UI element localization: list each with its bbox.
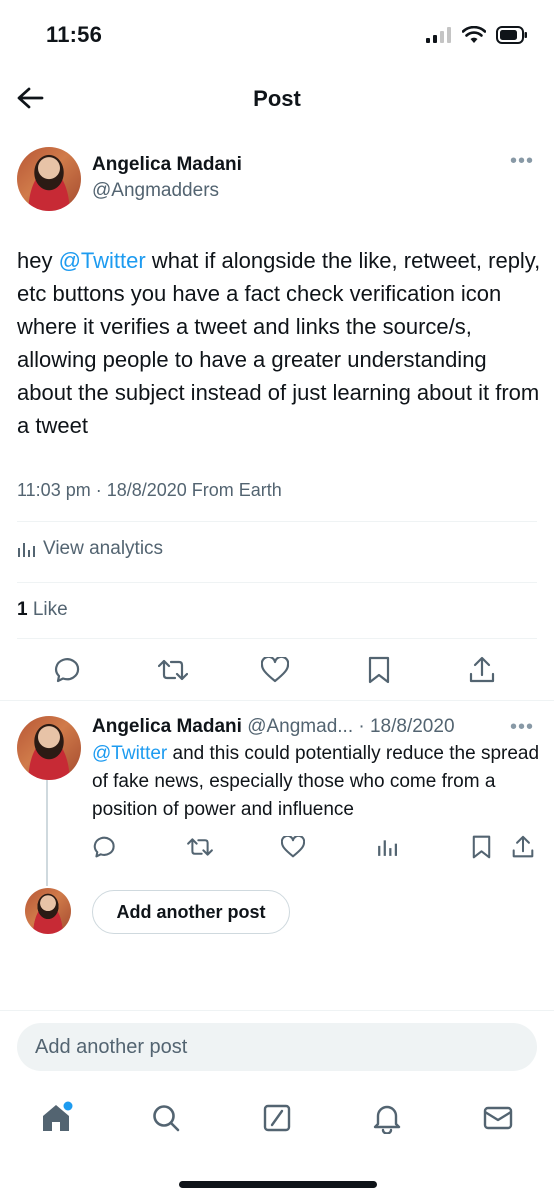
author-handle[interactable]: @Angmadders bbox=[92, 180, 219, 202]
share-button[interactable] bbox=[467, 654, 497, 686]
reply-header: Angelica Madani @Angmad... · 18/8/2020 bbox=[92, 716, 455, 738]
notifications-icon bbox=[373, 1105, 401, 1134]
like-count-number: 1 bbox=[17, 599, 28, 620]
bookmark-icon bbox=[368, 656, 390, 684]
thread-line bbox=[46, 780, 48, 886]
tab-home[interactable] bbox=[36, 1098, 76, 1138]
signal-icon bbox=[426, 27, 451, 43]
tweet-timestamp[interactable]: 11:03 pm · 18/8/2020 From Earth bbox=[17, 480, 282, 501]
tweet-actions bbox=[0, 652, 554, 688]
analytics-icon bbox=[18, 543, 35, 557]
share-icon bbox=[469, 656, 495, 683]
tweet-text: hey @Twitter what if alongside the like,… bbox=[17, 244, 541, 442]
reply-retweet-button[interactable] bbox=[186, 834, 214, 860]
mention-link[interactable]: @Twitter bbox=[59, 248, 146, 273]
like-icon bbox=[261, 657, 289, 683]
share-icon bbox=[512, 835, 534, 858]
divider bbox=[0, 700, 554, 701]
reply-mention-link[interactable]: @Twitter bbox=[92, 743, 167, 764]
like-icon bbox=[281, 836, 305, 858]
retweet-button[interactable] bbox=[156, 654, 190, 686]
grok-icon bbox=[263, 1104, 291, 1132]
tweet-text-start: hey bbox=[17, 248, 59, 273]
avatar[interactable] bbox=[17, 147, 81, 211]
analytics-label: View analytics bbox=[43, 538, 164, 559]
page-title: Post bbox=[253, 86, 301, 111]
bookmark-button[interactable] bbox=[364, 654, 394, 686]
reply-button[interactable] bbox=[52, 654, 84, 686]
retweet-icon bbox=[158, 659, 188, 681]
tab-grok[interactable] bbox=[257, 1098, 297, 1138]
reply-handle-date[interactable]: @Angmad... · 18/8/2020 bbox=[247, 716, 454, 737]
divider bbox=[17, 638, 537, 639]
reply-composer-input[interactable]: Add another post bbox=[17, 1023, 537, 1071]
bookmark-icon bbox=[472, 835, 490, 859]
view-analytics-link[interactable]: View analytics bbox=[17, 538, 163, 560]
divider bbox=[17, 582, 537, 583]
status-time: 11:56 bbox=[46, 22, 103, 47]
divider bbox=[0, 1010, 554, 1011]
messages-icon bbox=[483, 1106, 513, 1130]
tab-search[interactable] bbox=[146, 1098, 186, 1138]
reply-text: @Twitter and this could potentially redu… bbox=[92, 740, 542, 824]
reply-like-button[interactable] bbox=[280, 834, 306, 860]
like-button[interactable] bbox=[259, 654, 291, 686]
more-icon[interactable]: ••• bbox=[510, 150, 534, 173]
likes-count[interactable]: 1 Like bbox=[17, 599, 68, 621]
reply-icon bbox=[93, 836, 115, 858]
status-icons bbox=[426, 24, 528, 46]
composer-avatar bbox=[25, 888, 71, 934]
search-icon bbox=[153, 1105, 180, 1132]
home-indicator bbox=[179, 1181, 377, 1188]
add-another-post-button[interactable]: Add another post bbox=[92, 890, 290, 934]
author-name[interactable]: Angelica Madani bbox=[92, 154, 242, 176]
reply-share-button[interactable] bbox=[510, 834, 536, 860]
home-icon bbox=[43, 1101, 73, 1131]
battery-icon bbox=[496, 26, 527, 44]
wifi-icon bbox=[462, 26, 486, 43]
analytics-icon bbox=[378, 840, 397, 856]
reply-analytics-button[interactable] bbox=[374, 834, 400, 860]
divider bbox=[17, 521, 537, 522]
tab-messages[interactable] bbox=[478, 1098, 518, 1138]
reply-more-icon[interactable]: ••• bbox=[510, 716, 534, 739]
like-count-label: Like bbox=[27, 599, 68, 620]
retweet-icon bbox=[187, 838, 213, 856]
reply-bookmark-button[interactable] bbox=[468, 834, 494, 860]
tab-notifications[interactable] bbox=[367, 1098, 407, 1138]
reply-avatar[interactable] bbox=[17, 716, 81, 780]
reply-icon bbox=[54, 658, 80, 683]
reply-author-name[interactable]: Angelica Madani bbox=[92, 716, 242, 737]
reply-reply-button[interactable] bbox=[92, 834, 118, 860]
tweet-text-body: what if alongside the like, retweet, rep… bbox=[17, 248, 541, 438]
